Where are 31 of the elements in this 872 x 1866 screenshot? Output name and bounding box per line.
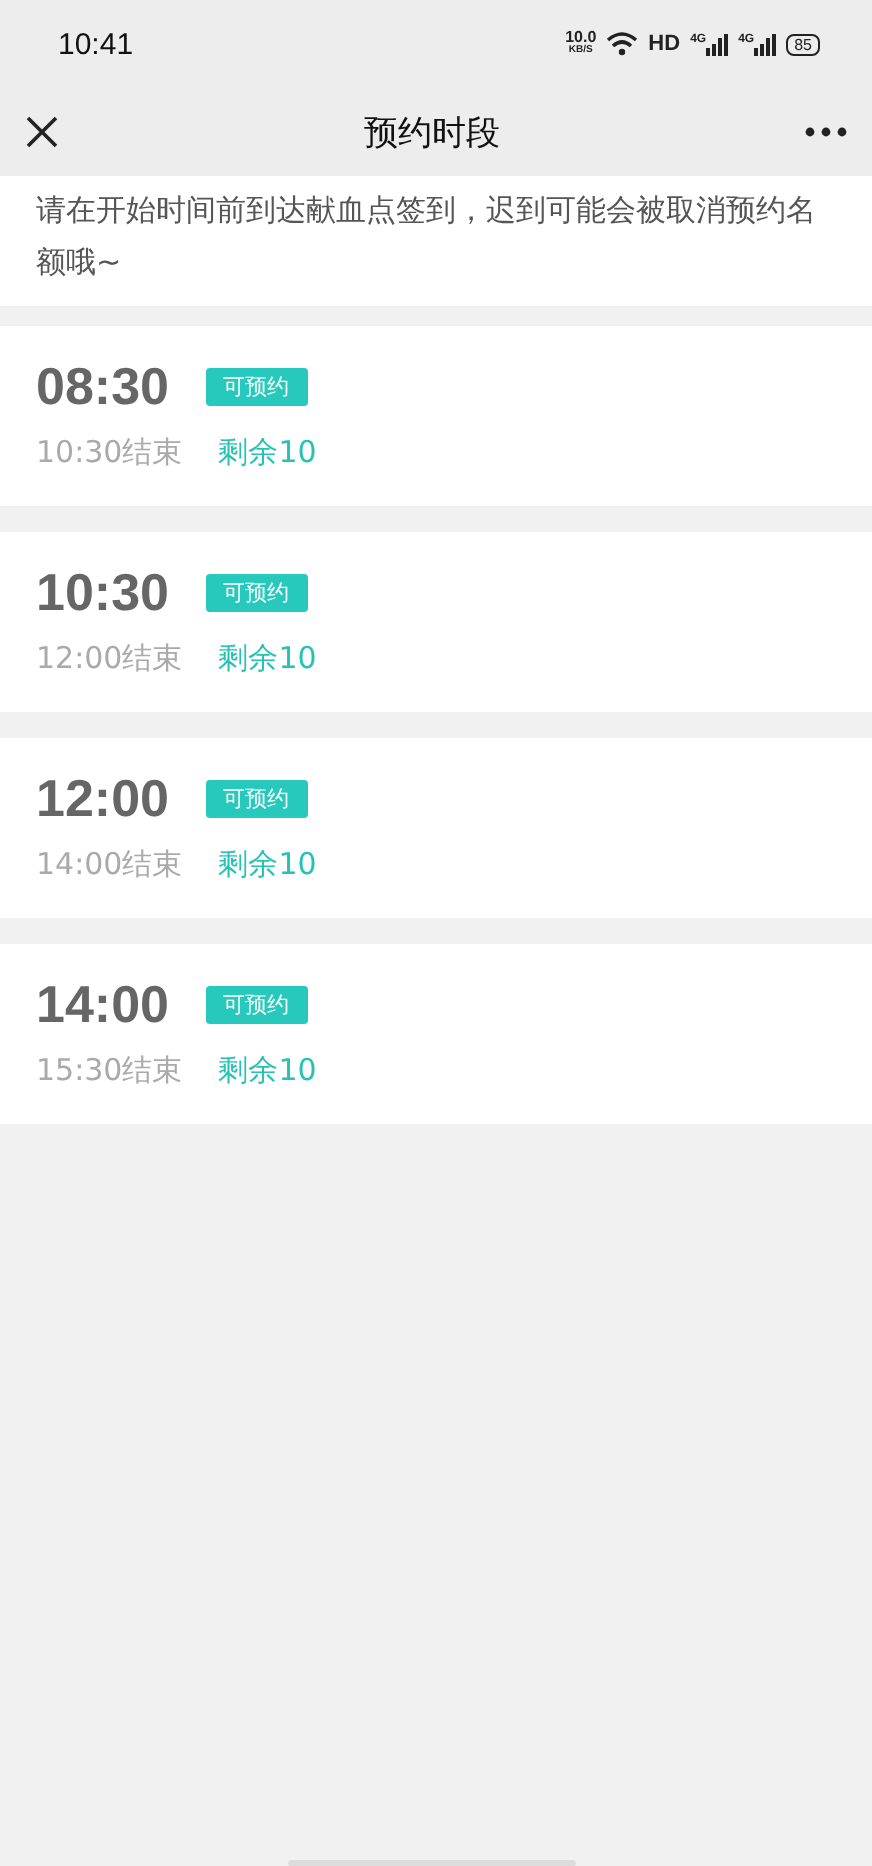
wifi-icon bbox=[606, 32, 639, 56]
slot-card[interactable]: 10:30 可预约 12:00结束 剩余10 bbox=[0, 532, 872, 712]
start-time: 10:30 bbox=[36, 560, 169, 624]
start-time: 08:30 bbox=[36, 354, 169, 418]
hd-label: HD bbox=[648, 32, 681, 56]
slot-card[interactable]: 12:00 可预约 14:00结束 剩余10 bbox=[0, 738, 872, 918]
remaining-count: 剩余10 bbox=[218, 640, 317, 678]
battery-indicator: 85 bbox=[786, 33, 820, 55]
end-time: 10:30结束 bbox=[36, 434, 183, 472]
end-time: 12:00结束 bbox=[36, 640, 183, 678]
start-time: 14:00 bbox=[36, 972, 169, 1036]
start-time: 12:00 bbox=[36, 766, 169, 830]
close-icon bbox=[24, 114, 60, 150]
signal-icon bbox=[754, 33, 777, 55]
slot-card[interactable]: 08:30 可预约 10:30结束 剩余10 bbox=[0, 326, 872, 506]
slot-card[interactable]: 14:00 可预约 15:30结束 剩余10 bbox=[0, 944, 872, 1124]
end-time: 14:00结束 bbox=[36, 846, 183, 884]
page-title: 预约时段 bbox=[364, 111, 500, 155]
status-time: 10:41 bbox=[58, 27, 134, 61]
signal-icon bbox=[706, 33, 729, 55]
status-badge: 可预约 bbox=[205, 367, 307, 405]
remaining-count: 剩余10 bbox=[218, 846, 317, 884]
remaining-count: 剩余10 bbox=[218, 434, 317, 472]
more-button[interactable] bbox=[800, 122, 852, 142]
notice-text: 请在开始时间前到达献血点签到，迟到可能会被取消预约名额哦~ bbox=[36, 190, 818, 284]
status-badge: 可预约 bbox=[205, 985, 307, 1023]
status-badge: 可预约 bbox=[205, 779, 307, 817]
status-badge: 可预约 bbox=[205, 573, 307, 611]
more-icon bbox=[804, 126, 848, 138]
remaining-count: 剩余10 bbox=[218, 1052, 317, 1090]
end-time: 15:30结束 bbox=[36, 1052, 183, 1090]
